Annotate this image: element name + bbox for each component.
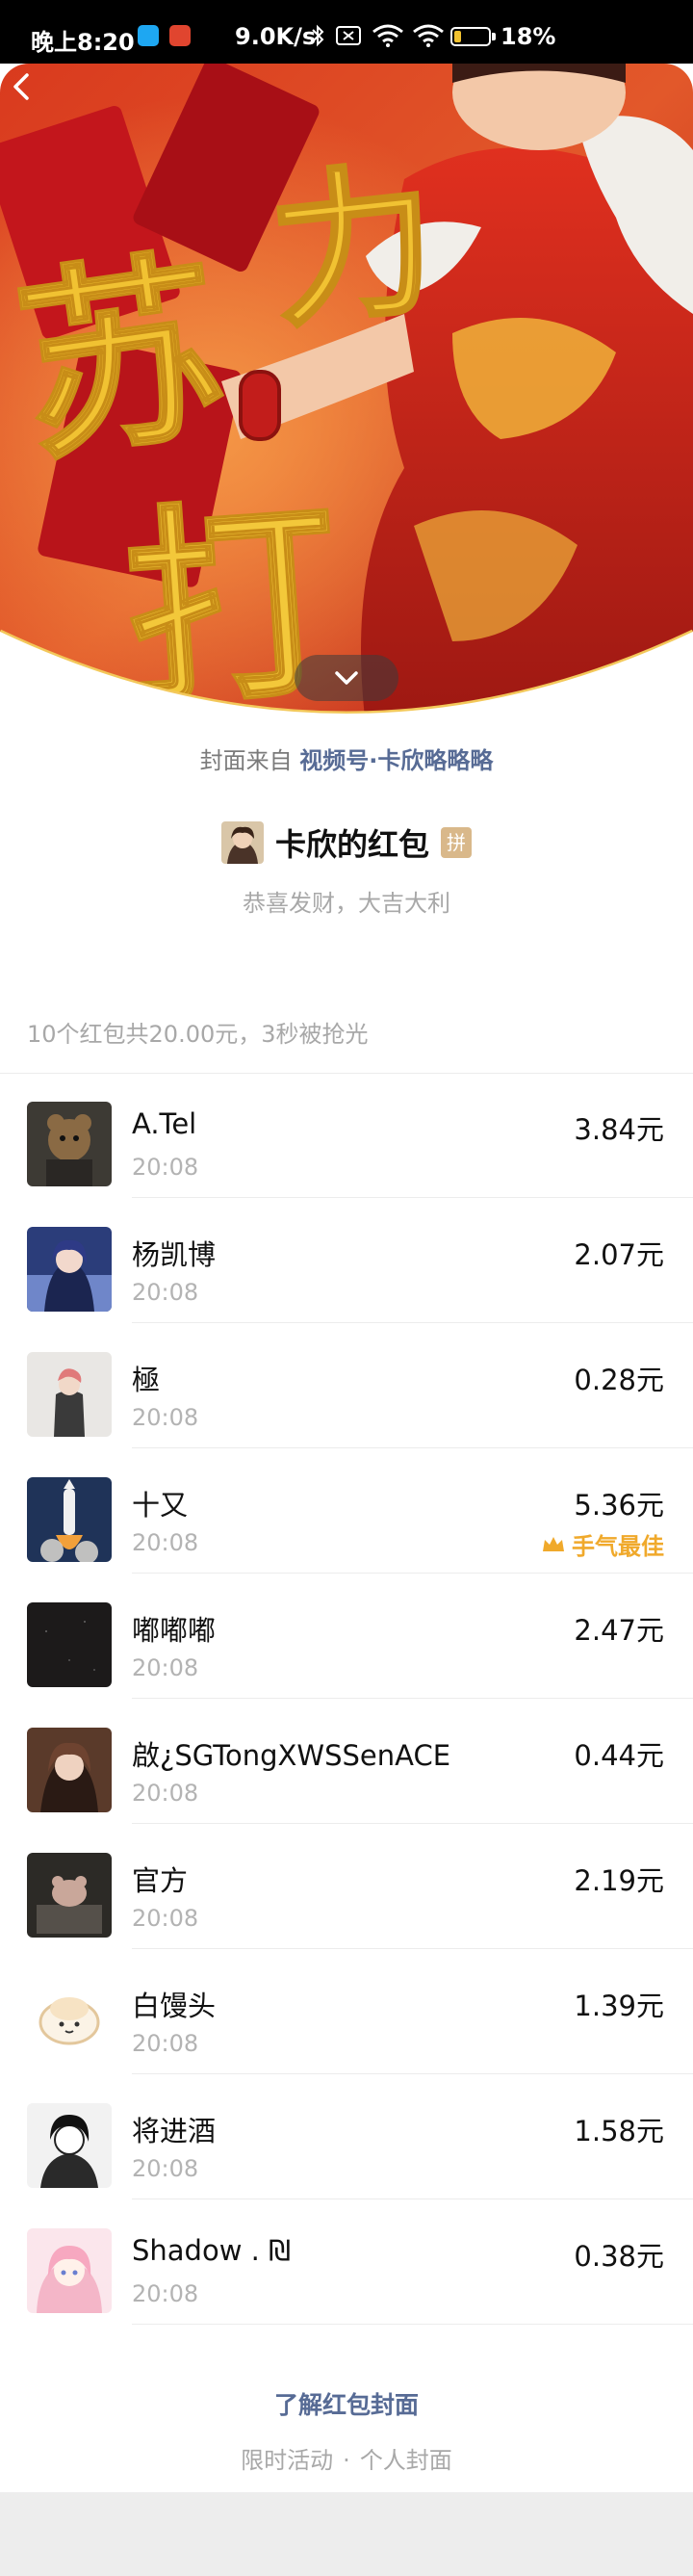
received-amount: 3.84元 [574, 1113, 664, 1146]
battery-icon [450, 27, 496, 46]
avatar[interactable] [27, 1853, 112, 1938]
bluetooth-icon [312, 24, 324, 47]
receive-time: 20:08 [132, 1905, 199, 1932]
received-amount: 0.38元 [574, 2240, 664, 2273]
recipient-name: 白馒头 [132, 1990, 217, 2022]
recipient-name: 啟¿SGTongXWSSenACE [132, 1739, 451, 1772]
received-amount: 2.19元 [574, 1864, 664, 1897]
footer-links: 限时活动 · 个人封面 [0, 2441, 693, 2475]
avatar[interactable] [27, 1227, 112, 1312]
sender-name: 卡欣的红包 [274, 826, 429, 863]
blessing-text: 恭喜发财，大吉大利 [243, 890, 450, 917]
wifi-icon [372, 24, 403, 47]
recipient-name: A.Tel [132, 1107, 197, 1140]
cover-source-prefix: 封面来自 [199, 747, 293, 774]
receive-time: 20:08 [132, 2155, 199, 2182]
best-luck-badge: 手气最佳 [541, 1527, 664, 1561]
avatar[interactable] [27, 2103, 112, 2188]
received-amount: 2.07元 [574, 1238, 664, 1271]
separator: · [343, 2447, 350, 2474]
app-notification-icon [138, 25, 159, 46]
received-amount: 1.39元 [574, 1990, 664, 2022]
learn-cover-link[interactable]: 了解红包封面 [0, 2386, 693, 2421]
received-amount: 2.47元 [574, 1614, 664, 1647]
receive-time: 20:08 [132, 1780, 199, 1807]
list-item[interactable]: A.Tel 20:08 3.84元 [0, 1073, 693, 1198]
back-button[interactable] [0, 64, 46, 110]
recipient-list: A.Tel 20:08 3.84元 杨凯博 20:08 2.07元 極 20:0… [0, 1073, 693, 2325]
avatar[interactable] [27, 1978, 112, 2063]
list-item[interactable]: 十又 20:08 5.36元 手气最佳 [0, 1448, 693, 1574]
recipient-name: 十又 [132, 1489, 189, 1522]
group-packet-badge: 拼 [441, 827, 472, 858]
status-time: 晚上8:20 [31, 29, 135, 56]
best-luck-label: 手气最佳 [572, 1533, 664, 1560]
receive-time: 20:08 [132, 1404, 199, 1431]
list-item[interactable]: 将进酒 20:08 1.58元 [0, 2074, 693, 2199]
wifi-icon [413, 24, 444, 47]
received-amount: 1.58元 [574, 2115, 664, 2147]
recipient-name: 嘟嘟嘟 [132, 1614, 217, 1647]
list-item[interactable]: 啟¿SGTongXWSSenACE 20:08 0.44元 [0, 1699, 693, 1824]
app-notification-icon [169, 25, 191, 46]
receive-time: 20:08 [132, 1279, 199, 1306]
cover-source-link[interactable]: 视频号·卡欣略略略 [299, 747, 493, 774]
status-bar: 晚上8:20 9.0K/s 18% [0, 0, 693, 64]
chevron-down-icon [335, 671, 358, 685]
list-item[interactable]: 杨凯博 20:08 2.07元 [0, 1198, 693, 1323]
battery-percent: 18% [500, 23, 556, 50]
cover-calligraphy: 苏 [5, 226, 238, 490]
red-packet-cover: 苏 打 力 [0, 64, 693, 726]
recipient-name: 極 [132, 1364, 161, 1396]
limited-event-link[interactable]: 限时活动 [241, 2447, 333, 2474]
sender-avatar [220, 821, 264, 864]
list-item[interactable]: Shadow . ₪ 20:08 0.38元 [0, 2199, 693, 2325]
list-item[interactable]: 嘟嘟嘟 20:08 2.47元 [0, 1574, 693, 1699]
receive-time: 20:08 [132, 2030, 199, 2057]
network-speed: 9.0K/s [235, 23, 317, 50]
sender-header: 卡欣的红包 拼 [0, 820, 693, 869]
cover-calligraphy: 力 [262, 143, 445, 351]
received-amount: 0.28元 [574, 1364, 664, 1396]
recipient-name: Shadow . ₪ [132, 2234, 291, 2267]
avatar[interactable] [27, 1477, 112, 1562]
received-amount: 0.44元 [574, 1739, 664, 1772]
list-item[interactable]: 官方 20:08 2.19元 [0, 1824, 693, 1949]
received-amount: 5.36元 [574, 1489, 664, 1522]
personal-cover-link[interactable]: 个人封面 [360, 2447, 452, 2474]
avatar[interactable] [27, 1102, 112, 1186]
avatar[interactable] [27, 2228, 112, 2313]
recipient-name: 将进酒 [132, 2115, 217, 2147]
receive-time: 20:08 [132, 1654, 199, 1681]
avatar[interactable] [27, 1352, 112, 1437]
avatar[interactable] [27, 1728, 112, 1812]
crown-icon [543, 1536, 564, 1551]
receive-time: 20:08 [132, 1529, 199, 1556]
receive-time: 20:08 [132, 1154, 199, 1181]
bottom-bar [0, 2492, 693, 2576]
packet-summary: 10个红包共20.00元，3秒被抢光 [27, 1021, 369, 1048]
no-sim-icon [336, 26, 361, 45]
cover-source: 封面来自 视频号·卡欣略略略 [0, 742, 693, 775]
receive-time: 20:08 [132, 2280, 199, 2307]
battery-level [454, 31, 461, 42]
list-item[interactable]: 極 20:08 0.28元 [0, 1323, 693, 1448]
avatar[interactable] [27, 1602, 112, 1687]
expand-cover-button[interactable] [295, 655, 398, 701]
recipient-name: 杨凯博 [132, 1238, 217, 1271]
divider [132, 2324, 693, 2325]
cover-image: 苏 打 力 [0, 64, 693, 726]
recipient-name: 官方 [132, 1864, 189, 1897]
list-item[interactable]: 白馒头 20:08 1.39元 [0, 1949, 693, 2074]
